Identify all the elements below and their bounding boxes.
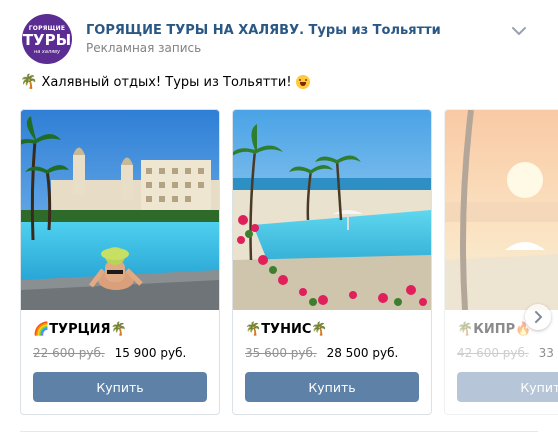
product-carousel[interactable]: 🌈 ТУРЦИЯ 🌴 22 600 руб. 15 900 руб. Купит… — [20, 109, 558, 415]
card-title-text: ТУРЦИЯ — [49, 322, 111, 337]
new-price: 15 900 руб. — [114, 346, 187, 360]
card-title-text: ТУНИС — [261, 322, 312, 337]
carousel-next-button[interactable] — [525, 304, 551, 330]
palm-tree-emoji: 🌴 — [110, 322, 127, 337]
palm-tree-emoji: 🌴 — [311, 322, 328, 337]
ad-label: Рекламная запись — [86, 41, 202, 55]
avatar-line-3: на халяву — [33, 49, 61, 55]
old-price: 35 600 руб. — [245, 346, 317, 360]
post-text: 🌴 Халявный отдых! Туры из Тольятти! — [20, 74, 310, 90]
chevron-right-icon — [535, 311, 542, 323]
card-title-text: КИПР — [473, 322, 516, 337]
rainbow-emoji: 🌈 — [33, 322, 50, 337]
card-prices: 22 600 руб. 15 900 руб. — [33, 346, 186, 360]
grinning-face-emoji — [295, 75, 310, 89]
avatar-line-2: ТУРЫ — [22, 31, 72, 49]
chevron-down-icon[interactable] — [511, 25, 527, 37]
product-card[interactable]: 🌈 ТУРЦИЯ 🌴 22 600 руб. 15 900 руб. Купит… — [20, 109, 220, 415]
card-title: 🌴 ТУНИС 🌴 — [245, 322, 328, 337]
buy-button[interactable]: Купить — [457, 372, 558, 402]
card-title: 🌈 ТУРЦИЯ 🌴 — [33, 322, 127, 337]
community-name-link[interactable]: ГОРЯЩИЕ ТУРЫ НА ХАЛЯВУ. Туры из Тольятти — [86, 23, 441, 38]
product-photo-tunisia[interactable] — [233, 110, 431, 310]
palm-tree-emoji: 🌴 — [20, 74, 38, 90]
product-card[interactable]: 🌴 ТУНИС 🌴 35 600 руб. 28 500 руб. Купить — [232, 109, 432, 415]
old-price: 22 600 руб. — [33, 346, 105, 360]
old-price: 42 600 руб. — [457, 346, 529, 360]
buy-button[interactable]: Купить — [33, 372, 207, 402]
palm-tree-emoji: 🌴 — [457, 322, 474, 337]
card-prices: 42 600 руб. 33 7 — [457, 346, 558, 360]
product-photo-turkey[interactable] — [21, 110, 219, 310]
community-avatar[interactable]: ГОРЯЩИЕ ТУРЫ на халяву — [22, 14, 72, 64]
new-price: 28 500 руб. — [326, 346, 399, 360]
card-prices: 35 600 руб. 28 500 руб. — [245, 346, 398, 360]
product-photo-cyprus[interactable] — [445, 110, 558, 310]
product-card[interactable]: 🌴 КИПР 🔥 42 600 руб. 33 7 Купить — [444, 109, 558, 415]
post-text-content: Халявный отдых! Туры из Тольятти! — [41, 74, 292, 90]
card-title: 🌴 КИПР 🔥 — [457, 322, 531, 337]
buy-button[interactable]: Купить — [245, 372, 419, 402]
new-price: 33 7 — [538, 346, 558, 360]
palm-tree-emoji: 🌴 — [245, 322, 262, 337]
post-divider — [20, 431, 538, 432]
